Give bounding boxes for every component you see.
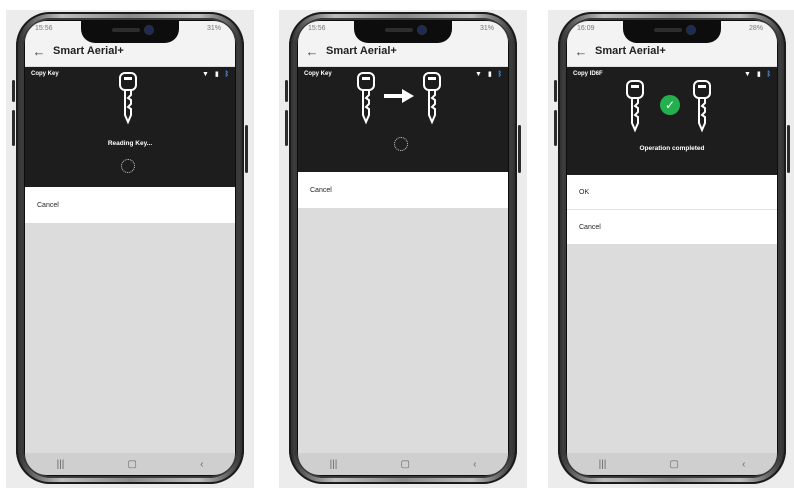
screen: 15:56 31% ← Smart Aerial+ Copy Key ▼ ▮ ᛒ: [298, 21, 508, 475]
side-button: [285, 80, 288, 102]
arrow-right-icon: [384, 89, 414, 103]
status-battery: 31%: [206, 25, 221, 32]
status-battery: 31%: [479, 25, 494, 32]
phone-frame: 15:56 31% ← Smart Aerial+ Copy Key ▼ ▮ ᛒ: [16, 12, 244, 484]
dialog-header: Copy Key ▼ ▮ ᛒ: [298, 67, 508, 81]
home-icon[interactable]: ▢: [127, 459, 136, 470]
side-button: [12, 80, 15, 102]
bluetooth-icon: ᛒ: [497, 70, 502, 78]
dialog-panel: Copy Key ▼ ▮ ᛒ Reading Key...: [25, 67, 235, 187]
arrow-left-icon[interactable]: ←: [567, 44, 595, 59]
app-title: Smart Aerial+: [595, 45, 666, 57]
option-list: Cancel: [298, 172, 508, 208]
arrow-left-icon[interactable]: ←: [25, 44, 53, 59]
dialog-panel: Copy Key ▼ ▮ ᛒ: [298, 67, 508, 172]
notch: [623, 21, 721, 43]
phone-panel-1: 15:56 31% ← Smart Aerial+ Copy Key ▼ ▮ ᛒ: [6, 10, 254, 488]
home-icon[interactable]: ▢: [669, 459, 678, 470]
side-button: [554, 110, 557, 146]
cancel-button[interactable]: Cancel: [25, 187, 235, 223]
dialog-title: Copy ID6F: [573, 71, 603, 77]
cancel-button[interactable]: Cancel: [567, 210, 777, 244]
status-message: Operation completed: [639, 145, 705, 152]
side-button: [554, 80, 557, 102]
check-circle-icon: ✓: [660, 95, 680, 115]
wifi-icon: ▼: [475, 70, 482, 78]
side-button: [285, 110, 288, 146]
nav-back-icon[interactable]: ‹: [200, 459, 203, 470]
nav-bar: ||| ▢ ‹: [298, 453, 508, 475]
side-button: [12, 110, 15, 146]
arrow-left-icon[interactable]: ←: [298, 44, 326, 59]
recent-apps-icon[interactable]: |||: [330, 459, 338, 470]
option-list: OK Cancel: [567, 175, 777, 244]
camera-icon: [145, 26, 153, 34]
option-list: Cancel: [25, 187, 235, 223]
status-time: 15:56: [35, 25, 53, 32]
phone-panel-3: 16:09 28% ← Smart Aerial+ Copy ID6F ▼ ▮ …: [548, 10, 794, 488]
loading-spinner-icon: [394, 137, 408, 151]
status-message: Reading Key...: [107, 140, 153, 147]
dialog-panel: Copy ID6F ▼ ▮ ᛒ ✓ Operation completed: [567, 67, 777, 175]
nav-back-icon[interactable]: ‹: [742, 459, 745, 470]
cancel-button[interactable]: Cancel: [298, 172, 508, 208]
recent-apps-icon[interactable]: |||: [599, 459, 607, 470]
key-icon: [119, 72, 137, 125]
wifi-icon: ▼: [202, 70, 209, 78]
dialog-title: Copy Key: [31, 71, 59, 77]
key-icon: [693, 80, 711, 133]
phone-panel-2: 15:56 31% ← Smart Aerial+ Copy Key ▼ ▮ ᛒ: [279, 10, 527, 488]
dialog-title: Copy Key: [304, 71, 332, 77]
device-icon: ▮: [214, 71, 219, 78]
nav-bar: ||| ▢ ‹: [567, 453, 777, 475]
device-icon: ▮: [487, 71, 492, 78]
bluetooth-icon: ᛒ: [766, 70, 771, 78]
key-icon: [357, 72, 375, 125]
notch: [354, 21, 452, 43]
recent-apps-icon[interactable]: |||: [57, 459, 65, 470]
side-button: [518, 125, 521, 173]
nav-bar: ||| ▢ ‹: [25, 453, 235, 475]
bluetooth-icon: ᛒ: [224, 70, 229, 78]
app-title: Smart Aerial+: [326, 45, 397, 57]
key-icon: [423, 72, 441, 125]
ok-button[interactable]: OK: [567, 175, 777, 210]
app-title: Smart Aerial+: [53, 45, 124, 57]
nav-back-icon[interactable]: ‹: [473, 459, 476, 470]
status-time: 16:09: [577, 25, 595, 32]
device-icon: ▮: [756, 71, 761, 78]
notch: [81, 21, 179, 43]
screen: 15:56 31% ← Smart Aerial+ Copy Key ▼ ▮ ᛒ: [25, 21, 235, 475]
loading-spinner-icon: [121, 159, 135, 173]
side-button: [787, 125, 790, 173]
screen: 16:09 28% ← Smart Aerial+ Copy ID6F ▼ ▮ …: [567, 21, 777, 475]
phone-frame: 15:56 31% ← Smart Aerial+ Copy Key ▼ ▮ ᛒ: [289, 12, 517, 484]
wifi-icon: ▼: [744, 70, 751, 78]
dialog-header: Copy ID6F ▼ ▮ ᛒ: [567, 67, 777, 81]
phone-frame: 16:09 28% ← Smart Aerial+ Copy ID6F ▼ ▮ …: [558, 12, 786, 484]
camera-icon: [418, 26, 426, 34]
status-battery: 28%: [748, 25, 763, 32]
status-time: 15:56: [308, 25, 326, 32]
home-icon[interactable]: ▢: [400, 459, 409, 470]
side-button: [245, 125, 248, 173]
camera-icon: [687, 26, 695, 34]
key-icon: [626, 80, 644, 133]
